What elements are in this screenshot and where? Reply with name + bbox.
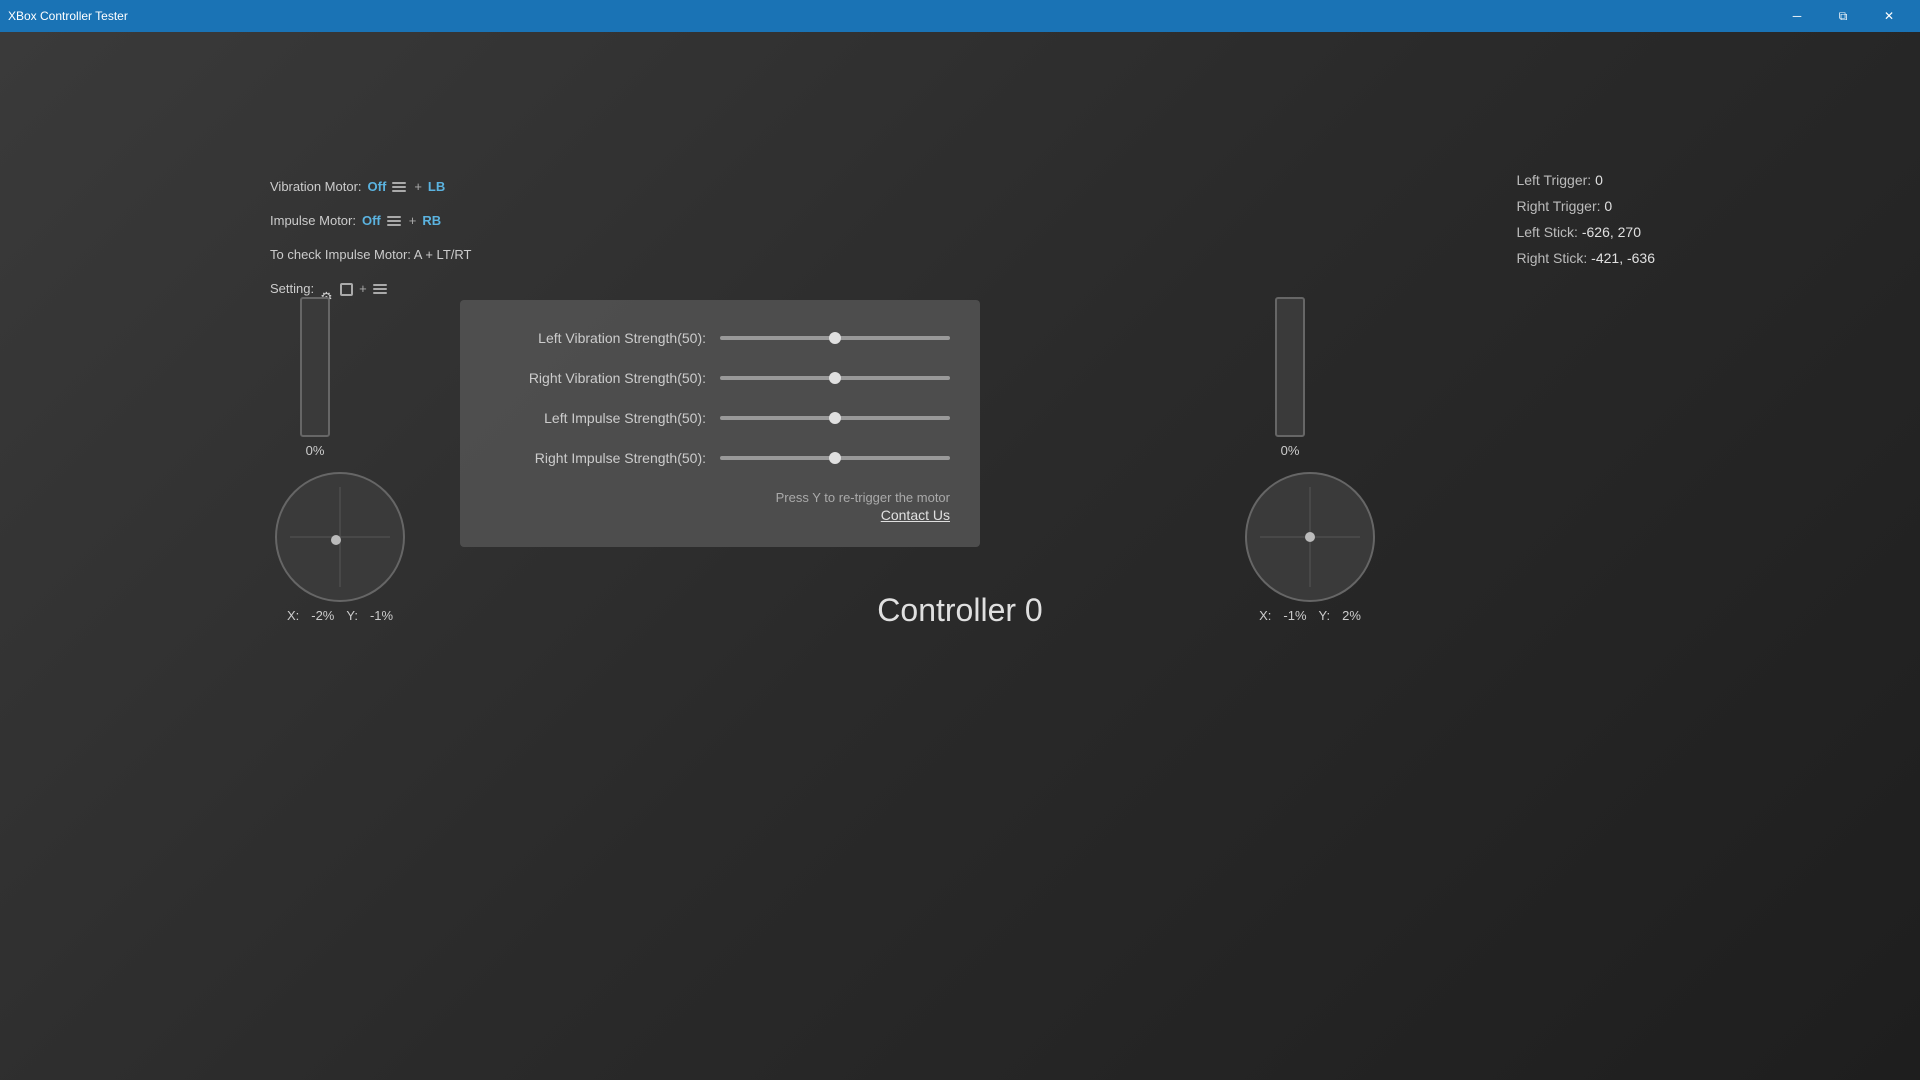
- right-trigger-bar: [1275, 297, 1305, 437]
- impulse-hint: To check Impulse Motor: A + LT/RT: [270, 240, 471, 270]
- contact-us-link[interactable]: Contact Us: [490, 507, 950, 523]
- right-stick-label: Right Stick:: [1516, 250, 1587, 266]
- right-joystick-coords: X: -1% Y: 2%: [1259, 608, 1361, 623]
- right-vib-thumb[interactable]: [829, 372, 841, 384]
- right-trigger-percent: 0%: [1281, 443, 1300, 458]
- left-vib-row: Left Vibration Strength(50):: [490, 330, 950, 346]
- right-joystick-dot: [1305, 532, 1315, 542]
- impulse-motor-line: Impulse Motor: Off + RB: [270, 206, 471, 236]
- window-controls: ─ ⧉ ✕: [1774, 0, 1912, 32]
- left-stick-label: Left Stick:: [1516, 224, 1577, 240]
- right-imp-row: Right Impulse Strength(50):: [490, 450, 950, 466]
- plus-sign: +: [414, 172, 422, 202]
- menu-icon-3[interactable]: [373, 284, 389, 294]
- minimize-button[interactable]: ─: [1774, 0, 1820, 32]
- rb-badge: RB: [422, 206, 441, 236]
- vibration-state: Off: [368, 172, 387, 202]
- plus-sign-3: +: [359, 274, 367, 304]
- left-joystick-y-label: Y:: [346, 608, 358, 623]
- left-joystick-container: X: -2% Y: -1%: [275, 472, 405, 1080]
- close-button[interactable]: ✕: [1866, 0, 1912, 32]
- right-joystick-x-label: X:: [1259, 608, 1271, 623]
- left-joystick-coords: X: -2% Y: -1%: [287, 608, 393, 623]
- left-trigger-bar-container: 0%: [300, 297, 330, 458]
- left-stick-value: -626, 270: [1582, 224, 1641, 240]
- lb-badge: LB: [428, 172, 445, 202]
- right-trigger-row: Right Trigger: 0: [1516, 193, 1655, 219]
- impulse-label: Impulse Motor:: [270, 206, 356, 236]
- menu-icon-2[interactable]: [387, 216, 403, 226]
- right-stick-row: Right Stick: -421, -636: [1516, 245, 1655, 271]
- right-trigger-bar-container: 0%: [930, 297, 1650, 458]
- left-vib-thumb[interactable]: [829, 332, 841, 344]
- menu-icon[interactable]: [392, 182, 408, 192]
- right-joystick-y-label: Y:: [1319, 608, 1331, 623]
- left-trigger-percent: 0%: [306, 443, 325, 458]
- right-imp-thumb[interactable]: [829, 452, 841, 464]
- main-area: Left Trigger: 0 Right Trigger: 0 Left St…: [0, 32, 1920, 1080]
- right-joystick[interactable]: [1245, 472, 1375, 602]
- app-title: XBox Controller Tester: [8, 9, 128, 23]
- right-joystick-x-value: -1%: [1283, 608, 1306, 623]
- impulse-hint-line: To check Impulse Motor: A + LT/RT: [270, 240, 471, 270]
- right-vib-slider[interactable]: [720, 376, 950, 380]
- right-trigger-value: 0: [1604, 198, 1612, 214]
- right-imp-slider[interactable]: [720, 456, 950, 460]
- right-stick-value: -421, -636: [1591, 250, 1655, 266]
- left-joystick-x-value: -2%: [311, 608, 334, 623]
- vibration-label: Vibration Motor:: [270, 172, 362, 202]
- right-imp-label: Right Impulse Strength(50):: [490, 450, 720, 466]
- vibration-motor-line: Vibration Motor: Off + LB: [270, 172, 471, 202]
- right-vib-label: Right Vibration Strength(50):: [490, 370, 720, 386]
- restore-button[interactable]: ⧉: [1820, 0, 1866, 32]
- left-vib-label: Left Vibration Strength(50):: [490, 330, 720, 346]
- left-trigger-value: 0: [1595, 172, 1603, 188]
- impulse-state: Off: [362, 206, 381, 236]
- plus-sign-2: +: [409, 206, 417, 236]
- left-joystick[interactable]: [275, 472, 405, 602]
- left-joystick-x-label: X:: [287, 608, 299, 623]
- left-trigger-bar: [300, 297, 330, 437]
- copy-icon[interactable]: [340, 283, 353, 296]
- left-joystick-dot: [331, 535, 341, 545]
- gear-icon[interactable]: ⚙: [320, 282, 334, 296]
- right-vib-row: Right Vibration Strength(50):: [490, 370, 950, 386]
- left-imp-label: Left Impulse Strength(50):: [490, 410, 720, 426]
- status-panel: Left Trigger: 0 Right Trigger: 0 Left St…: [1516, 167, 1655, 271]
- right-trigger-label: Right Trigger:: [1516, 198, 1600, 214]
- left-imp-row: Left Impulse Strength(50):: [490, 410, 950, 426]
- left-joystick-y-value: -1%: [370, 608, 393, 623]
- titlebar: XBox Controller Tester ─ ⧉ ✕: [0, 0, 1920, 32]
- left-vib-slider[interactable]: [720, 336, 950, 340]
- press-y-text: Press Y to re-trigger the motor: [490, 490, 950, 505]
- controller-label: Controller 0: [877, 592, 1042, 629]
- left-trigger-row: Left Trigger: 0: [1516, 167, 1655, 193]
- left-trigger-label: Left Trigger:: [1516, 172, 1591, 188]
- left-stick-row: Left Stick: -626, 270: [1516, 219, 1655, 245]
- right-joystick-container: X: -1% Y: 2%: [900, 472, 1720, 1080]
- overlay-panel: Left Vibration Strength(50): Right Vibra…: [460, 300, 980, 547]
- right-joystick-y-value: 2%: [1342, 608, 1361, 623]
- left-imp-slider[interactable]: [720, 416, 950, 420]
- left-imp-thumb[interactable]: [829, 412, 841, 424]
- controls-row: Vibration Motor: Off + LB Impulse Motor:…: [270, 172, 471, 308]
